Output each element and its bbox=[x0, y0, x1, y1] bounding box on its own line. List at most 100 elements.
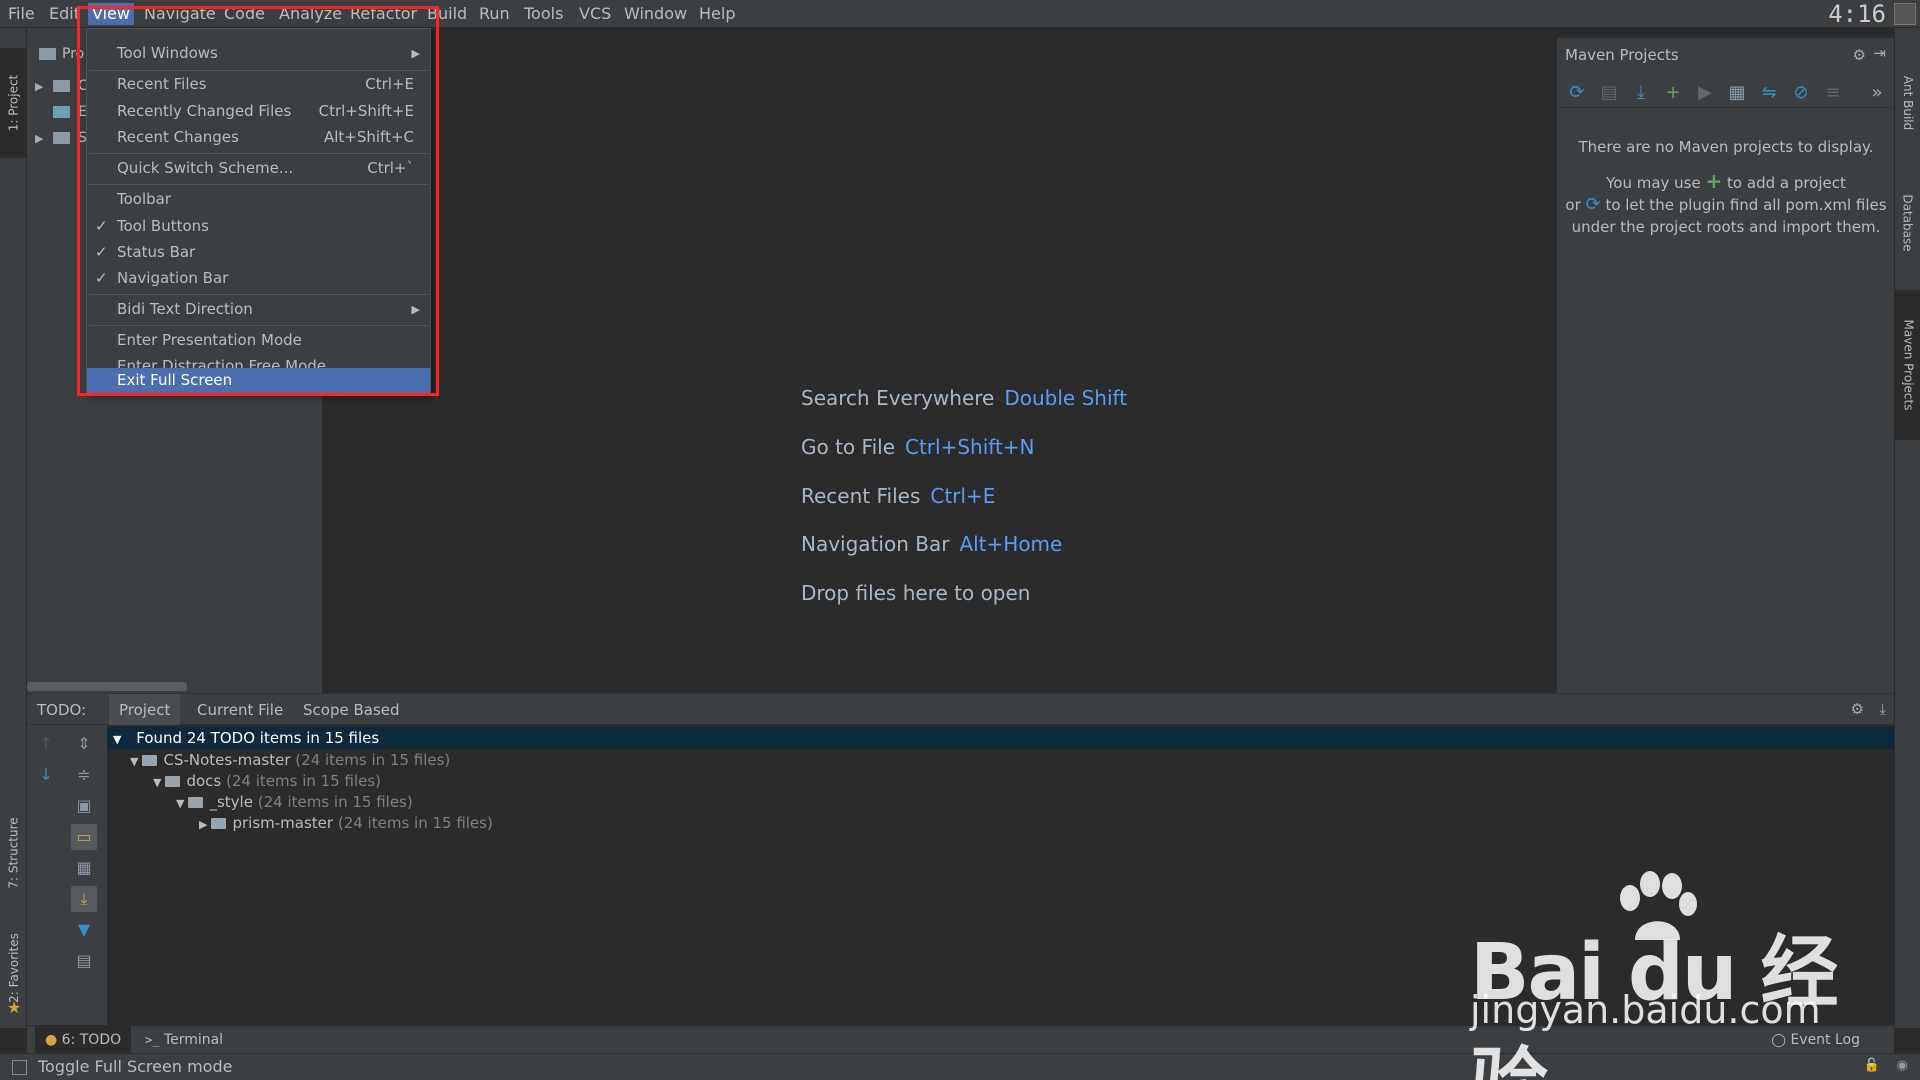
expand-all-icon[interactable]: ⇕ bbox=[71, 731, 97, 757]
todo-tree-row[interactable]: ▶ prism-master (24 items in 15 files) bbox=[199, 812, 493, 834]
view-menu-dropdown: Tool Windows ▶ Recent Files Ctrl+E Recentl… bbox=[86, 28, 431, 395]
hint-go-to-file: Go to File Ctrl+Shift+N bbox=[801, 435, 1035, 459]
todo-tree-row[interactable]: ▼ CS-Notes-master (24 items in 15 files) bbox=[130, 749, 450, 771]
filter-icon[interactable]: ▼ bbox=[71, 917, 97, 943]
refresh-icon[interactable]: ⟳ bbox=[1567, 82, 1587, 103]
menu-tools[interactable]: Tools bbox=[520, 3, 567, 25]
tree-row[interactable]: ▶ S bbox=[35, 126, 87, 150]
menu-item-bidi-text-direction[interactable]: Bidi Text Direction ▶ bbox=[87, 297, 430, 322]
tab-ant-build[interactable]: Ant Build bbox=[1895, 48, 1920, 158]
maven-panel: Maven Projects ⚙ ⇥ ⟳ ▤ ⤓ + ▶ ▦ ⇋ ⊘ ≡ » T… bbox=[1556, 38, 1895, 693]
menu-separator bbox=[89, 184, 428, 185]
execute-goal-icon[interactable]: ▦ bbox=[1727, 82, 1747, 103]
menu-run[interactable]: Run bbox=[475, 3, 514, 25]
terminal-tool-button[interactable]: >_ Terminal bbox=[135, 1026, 233, 1054]
hint-key: Alt+Home bbox=[959, 532, 1063, 556]
menu-item-label: Toolbar bbox=[117, 190, 172, 208]
more-icon[interactable]: » bbox=[1867, 82, 1887, 103]
menu-item-label: Bidi Text Direction bbox=[117, 300, 253, 318]
maven-no-projects: There are no Maven projects to display. bbox=[1578, 138, 1874, 156]
menu-view[interactable]: View bbox=[88, 3, 134, 25]
hint-search-everywhere: Search Everywhere Double Shift bbox=[801, 386, 1127, 410]
menu-analyze[interactable]: Analyze bbox=[275, 3, 346, 25]
menu-item-tool-windows[interactable]: Tool Windows ▶ bbox=[87, 41, 430, 66]
group-by-module-icon[interactable]: ▣ bbox=[71, 793, 97, 819]
generate-sources-icon[interactable]: ▤ bbox=[1599, 82, 1619, 103]
toggle-offline-icon[interactable]: ⇋ bbox=[1759, 82, 1779, 103]
menu-item-label: Navigation Bar bbox=[117, 269, 229, 287]
group-by-package-icon[interactable]: ▭ bbox=[71, 824, 97, 850]
menu-file[interactable]: File bbox=[4, 3, 39, 25]
menu-bar: File Edit View Navigate Code Analyze Ref… bbox=[0, 0, 1920, 28]
menu-build[interactable]: Build bbox=[423, 3, 471, 25]
todo-tree-row[interactable]: ▼ docs (24 items in 15 files) bbox=[153, 770, 381, 792]
gear-icon[interactable]: ⚙ bbox=[1851, 700, 1864, 718]
menu-separator bbox=[89, 70, 428, 71]
clock: 4:16 bbox=[1828, 0, 1886, 28]
hide-panel-icon[interactable]: ⇥ bbox=[1873, 44, 1886, 62]
hint-label: Go to File bbox=[801, 435, 895, 459]
inspector-icon[interactable]: ◉ bbox=[1897, 1058, 1908, 1073]
maven-hint-text: to add a project bbox=[1727, 174, 1846, 192]
tree-row[interactable]: E bbox=[35, 100, 87, 124]
collapse-icon: ▼ bbox=[153, 776, 162, 789]
todo-summary-row[interactable]: ▼ Found 24 TODO items in 15 files bbox=[107, 727, 1894, 749]
todo-folder-count: (24 items in 15 files) bbox=[257, 793, 413, 811]
gear-icon[interactable]: ⚙ bbox=[1853, 46, 1866, 64]
menu-item-tool-buttons[interactable]: ✓ Tool Buttons bbox=[87, 214, 430, 239]
tab-todo-project[interactable]: Project bbox=[109, 694, 181, 726]
tab-structure-label: 7: Structure bbox=[6, 817, 21, 889]
folder-icon bbox=[211, 818, 227, 829]
menu-help[interactable]: Help bbox=[695, 3, 739, 25]
menu-item-recently-changed-files[interactable]: Recently Changed Files Ctrl+Shift+E bbox=[87, 99, 430, 124]
collapse-all-icon[interactable]: ≡ bbox=[1823, 82, 1843, 103]
preview-icon[interactable]: ▤ bbox=[71, 948, 97, 974]
project-scrollbar[interactable] bbox=[27, 682, 187, 691]
menu-item-recent-files[interactable]: Recent Files Ctrl+E bbox=[87, 72, 430, 97]
tree-row[interactable]: ▶ C bbox=[35, 74, 88, 98]
right-tool-stripe: Ant Build Database Maven Projects bbox=[1894, 28, 1920, 1028]
tab-maven-projects-label: Maven Projects bbox=[1901, 319, 1916, 411]
todo-summary: Found 24 TODO items in 15 files bbox=[136, 729, 380, 747]
flatten-packages-icon[interactable]: ▦ bbox=[71, 855, 97, 881]
menu-item-exit-full-screen[interactable]: Exit Full Screen bbox=[87, 368, 430, 393]
menu-item-toolbar[interactable]: Toolbar bbox=[87, 187, 430, 212]
skip-tests-icon[interactable]: ⊘ bbox=[1791, 82, 1811, 103]
todo-tree-row[interactable]: ▼ _style (24 items in 15 files) bbox=[176, 791, 413, 813]
menu-item-navigation-bar[interactable]: ✓ Navigation Bar bbox=[87, 266, 430, 291]
autoscroll-icon[interactable]: ⤓ bbox=[71, 886, 97, 912]
tab-structure[interactable]: 7: Structure bbox=[0, 793, 27, 913]
run-icon[interactable]: ▶ bbox=[1695, 82, 1715, 103]
todo-header: TODO: Project Current File Scope Based ⚙… bbox=[27, 693, 1894, 726]
menu-item-recent-changes[interactable]: Recent Changes Alt+Shift+C bbox=[87, 125, 430, 150]
menu-item-quick-switch-scheme[interactable]: Quick Switch Scheme... Ctrl+` bbox=[87, 156, 430, 181]
add-icon[interactable]: + bbox=[1663, 82, 1683, 103]
menu-navigate[interactable]: Navigate bbox=[140, 3, 220, 25]
download-icon[interactable]: ⤓ bbox=[1631, 82, 1651, 103]
tab-todo-current-file[interactable]: Current File bbox=[187, 694, 293, 726]
menu-code[interactable]: Code bbox=[220, 3, 269, 25]
tab-maven-projects[interactable]: Maven Projects bbox=[1895, 290, 1920, 440]
minimize-icon[interactable]: ⤓ bbox=[1879, 700, 1886, 718]
collapse-all-icon[interactable]: ≑ bbox=[71, 762, 97, 788]
tab-project[interactable]: 1: Project bbox=[0, 48, 27, 158]
tab-database[interactable]: Database bbox=[1895, 168, 1920, 278]
menu-window[interactable]: Window bbox=[620, 3, 691, 25]
lock-icon[interactable]: 🔓 bbox=[1864, 1058, 1880, 1073]
todo-tool-button[interactable]: ● 6: TODO bbox=[35, 1026, 132, 1054]
menu-item-shortcut: Alt+Shift+C bbox=[323, 128, 414, 146]
expand-icon: ▶ bbox=[199, 818, 208, 831]
menu-edit[interactable]: Edit bbox=[45, 3, 84, 25]
editor-area: Search Everywhere Double Shift Go to File… bbox=[322, 38, 1556, 693]
fullscreen-icon[interactable] bbox=[1894, 3, 1916, 25]
menu-separator bbox=[89, 153, 428, 154]
next-icon[interactable]: ↓ bbox=[33, 762, 59, 788]
previous-icon[interactable]: ↑ bbox=[33, 731, 59, 757]
menu-item-enter-presentation-mode[interactable]: Enter Presentation Mode bbox=[87, 328, 430, 353]
menu-refactor[interactable]: Refactor bbox=[346, 3, 421, 25]
tab-todo-scope-based[interactable]: Scope Based bbox=[293, 694, 410, 726]
menu-item-status-bar[interactable]: ✓ Status Bar bbox=[87, 240, 430, 265]
todo-folder-name: _style bbox=[209, 793, 253, 811]
tool-window-toggle-icon[interactable] bbox=[12, 1060, 27, 1075]
menu-vcs[interactable]: VCS bbox=[575, 3, 615, 25]
